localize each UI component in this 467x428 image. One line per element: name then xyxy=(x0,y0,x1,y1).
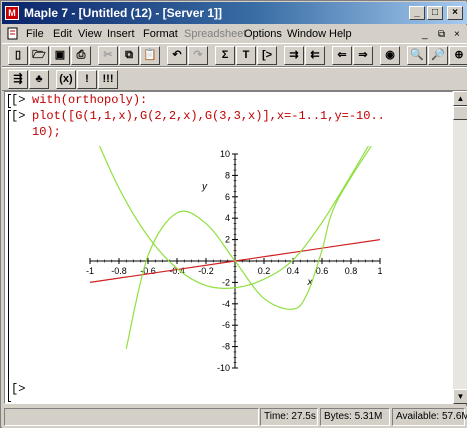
cut-icon[interactable]: ✂ xyxy=(98,46,118,65)
text-icon[interactable]: T xyxy=(236,46,256,65)
maple-app-icon[interactable]: M xyxy=(5,6,19,20)
zoom-reset-icon[interactable]: ⊕ xyxy=(449,46,467,65)
document-icon[interactable] xyxy=(6,27,19,40)
x-tick-label: 1 xyxy=(377,266,382,276)
series-line-3 xyxy=(125,146,372,349)
zoom-out-icon[interactable]: 🔎 xyxy=(428,46,448,65)
menu-window[interactable]: Window xyxy=(287,28,326,40)
scroll-down-icon[interactable]: ▼ xyxy=(453,389,467,404)
x-tick-label: -0.8 xyxy=(111,266,127,276)
exclaim-icon[interactable]: ! xyxy=(77,70,97,89)
maximize-button[interactable]: □ xyxy=(427,6,443,20)
input-line-2[interactable]: plot([G(1,1,x),G(2,2,x),G(3,3,x)],x=-1..… xyxy=(32,109,385,123)
outdent-icon[interactable]: ⇇ xyxy=(305,46,325,65)
y-tick-label: -10 xyxy=(217,363,230,373)
stop-icon[interactable]: ◉ xyxy=(380,46,400,65)
y-tick-label: 4 xyxy=(225,213,230,223)
x-tick-label: 0.8 xyxy=(345,266,358,276)
scroll-up-icon[interactable]: ▲ xyxy=(453,91,467,106)
status-bar: Time: 27.5s Bytes: 5.31M Available: 57.6… xyxy=(2,406,467,428)
y-tick-label: 8 xyxy=(225,170,230,180)
sum-icon[interactable]: Σ xyxy=(215,46,235,65)
group-bracket-2 xyxy=(8,110,11,402)
save-icon[interactable]: ▣ xyxy=(50,46,70,65)
print-icon[interactable]: ⎙ xyxy=(71,46,91,65)
menu-options[interactable]: Options xyxy=(244,28,282,40)
title-bar[interactable]: M Maple 7 - [Untitled (12) - [Server 1]]… xyxy=(2,2,467,24)
x-tick-label: -1 xyxy=(86,266,94,276)
y-tick-label: -8 xyxy=(222,342,230,352)
execute-all-icon[interactable]: !!! xyxy=(98,70,118,89)
worksheet[interactable]: [> with(orthopoly): [> plot([G(1,1,x),G(… xyxy=(4,91,453,404)
zoom-in-icon[interactable]: 🔍 xyxy=(407,46,427,65)
minimize-button[interactable]: _ xyxy=(409,6,425,20)
status-message xyxy=(4,408,259,426)
x-tick-label: 0.4 xyxy=(287,266,300,276)
menu-view[interactable]: View xyxy=(78,28,102,40)
window-title: Maple 7 - [Untitled (12) - [Server 1]] xyxy=(24,6,223,20)
menu-help[interactable]: Help xyxy=(329,28,352,40)
x-tick-label: -0.4 xyxy=(169,266,185,276)
menu-insert[interactable]: Insert xyxy=(107,28,135,40)
y-tick-label: 10 xyxy=(220,149,230,159)
scroll-thumb[interactable] xyxy=(453,106,467,120)
execute-worksheet-icon[interactable]: ⇶ xyxy=(8,70,28,89)
plot-area[interactable]: -1 -0.8 -0.6 -0.4 -0.2 0.2 0.4 0.6 0.8 1108642-2-… xyxy=(80,146,390,376)
y-tick-label: -4 xyxy=(222,299,230,309)
x-tick-label: 0.6 xyxy=(316,266,329,276)
x-tick-label: 0.2 xyxy=(258,266,271,276)
copy-icon[interactable]: ⧉ xyxy=(119,46,139,65)
close-button[interactable]: × xyxy=(447,6,463,20)
forward-icon[interactable]: ⇒ xyxy=(353,46,373,65)
undo-icon[interactable]: ↶ xyxy=(167,46,187,65)
indent-icon[interactable]: ⇉ xyxy=(284,46,304,65)
prompt-empty[interactable]: [> xyxy=(11,382,25,396)
math-mode-icon[interactable]: (x) xyxy=(56,70,76,89)
main-toolbar: ▯ 🗁 ▣ ⎙ ✂ ⧉ 📋 ↶ ↷ Σ T [> ⇉ ⇇ ⇐ ⇒ ◉ 🔍 🔎 ⊕ xyxy=(2,43,467,67)
menu-edit[interactable]: Edit xyxy=(53,28,72,40)
new-icon[interactable]: ▯ xyxy=(8,46,28,65)
status-available: Available: 57.6M xyxy=(392,408,467,426)
prompt-icon[interactable]: [> xyxy=(257,46,277,65)
y-tick-label: -2 xyxy=(222,277,230,287)
doc-restore-icon[interactable]: ⧉ xyxy=(438,29,445,40)
menu-spreadsheet[interactable]: Spreadsheet xyxy=(184,28,246,40)
paste-icon[interactable]: 📋 xyxy=(140,46,160,65)
status-time: Time: 27.5s xyxy=(260,408,318,426)
maple-window: M Maple 7 - [Untitled (12) - [Server 1]]… xyxy=(0,0,467,428)
y-tick-label: -6 xyxy=(222,320,230,330)
back-icon[interactable]: ⇐ xyxy=(332,46,352,65)
input-line-1[interactable]: with(orthopoly): xyxy=(32,93,147,107)
menu-format[interactable]: Format xyxy=(143,28,178,40)
y-tick-label: 2 xyxy=(225,235,230,245)
y-tick-label: 6 xyxy=(225,192,230,202)
redo-icon[interactable]: ↷ xyxy=(188,46,208,65)
prompt-1: [> xyxy=(11,93,26,107)
x-tick-label: -0.2 xyxy=(198,266,214,276)
status-bytes: Bytes: 5.31M xyxy=(320,408,390,426)
menu-file[interactable]: File xyxy=(26,28,44,40)
prompt-2: [> xyxy=(11,109,26,123)
context-toolbar: ⇶ ♣ (x)!!!! xyxy=(2,67,467,91)
vertical-scrollbar[interactable]: ▲ ▼ xyxy=(453,91,467,404)
input-line-3[interactable]: 10); xyxy=(32,125,61,139)
menu-bar: File Edit View Insert Format Spreadsheet… xyxy=(2,25,467,43)
doc-close-icon[interactable]: × xyxy=(454,29,460,40)
y-axis-label: y xyxy=(201,181,208,192)
restart-icon[interactable]: ♣ xyxy=(29,70,49,89)
open-icon[interactable]: 🗁 xyxy=(29,46,49,65)
doc-minimize-icon[interactable]: _ xyxy=(422,29,428,40)
